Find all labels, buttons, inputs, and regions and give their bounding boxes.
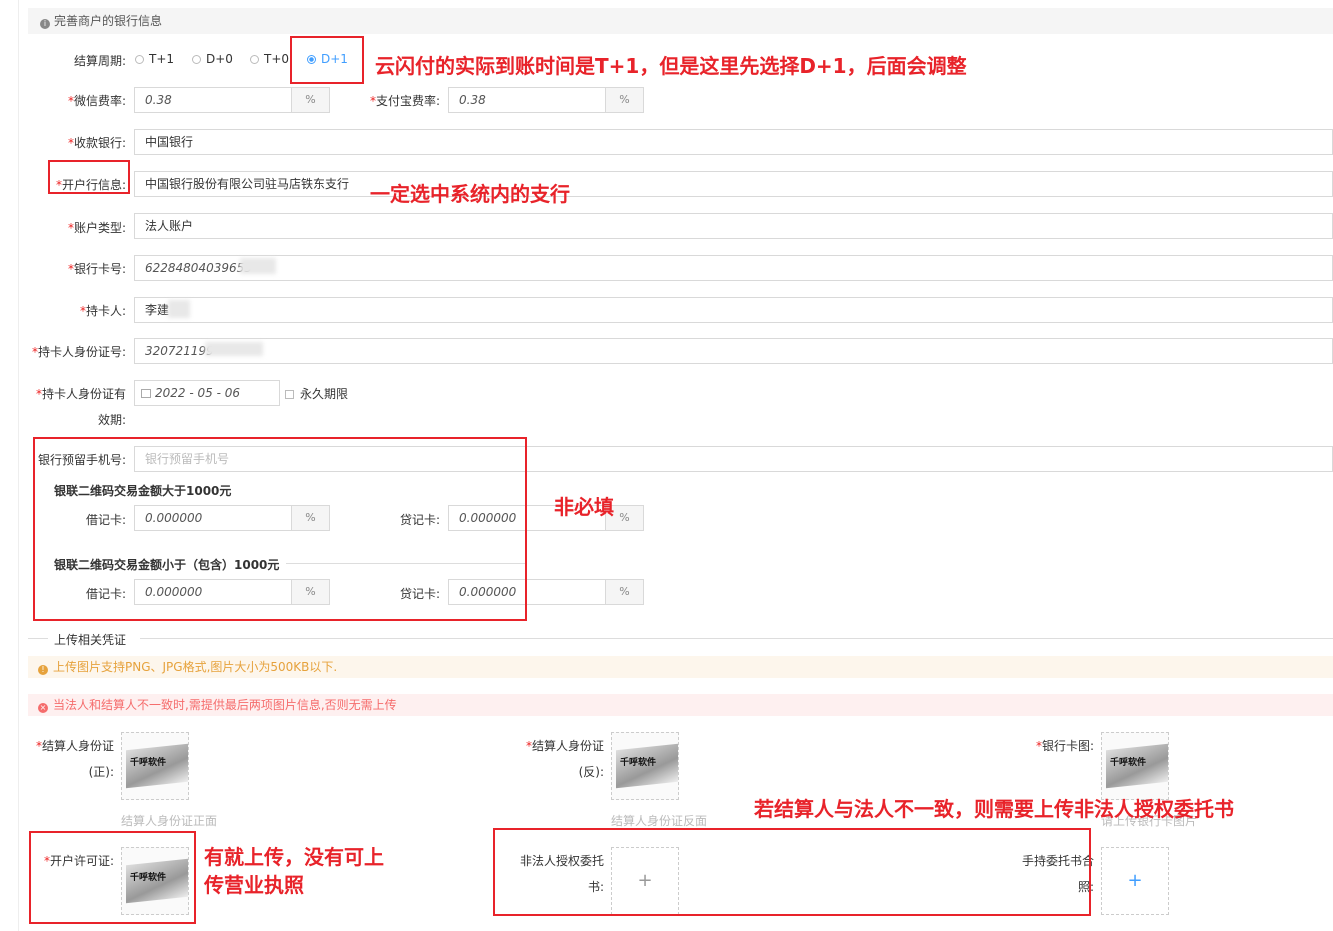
upload-divider-left xyxy=(28,638,48,639)
bank-card-thumbnail[interactable]: 千呼软件 xyxy=(1101,732,1169,800)
id-back-thumbnail[interactable]: 千呼软件 xyxy=(611,732,679,800)
info-icon: i xyxy=(40,19,50,29)
annotation-auth: 若结算人与法人不一致，则需要上传非法人授权委托书 xyxy=(754,797,1234,821)
radio-t1[interactable]: T+1 xyxy=(135,52,174,66)
id-expiry-label: *持卡人身份证有 xyxy=(35,387,126,401)
settlement-label: 结算周期: xyxy=(73,54,126,68)
bank-card-label: *银行卡图: xyxy=(1035,739,1094,753)
annotation-license-1: 有就上传，没有可上 xyxy=(204,845,384,869)
upload-error-notice: × 当法人和结算人不一致时,需提供最后两项图片信息,否则无需上传 xyxy=(28,694,1333,716)
wechat-fee-label: *微信费率: xyxy=(67,94,126,108)
highlight-box-optional xyxy=(33,437,527,621)
holder-label: *持卡人: xyxy=(79,304,126,318)
redacted-card xyxy=(240,258,276,274)
annotation-settlement: 云闪付的实际到账时间是T+1，但是这里先选择D+1，后面会调整 xyxy=(375,54,967,78)
radio-t0[interactable]: T+0 xyxy=(250,52,289,66)
account-type-select[interactable]: 法人账户 xyxy=(134,213,1333,239)
hand-photo-upload[interactable]: + xyxy=(1101,847,1169,915)
id-front-label: *结算人身份证 xyxy=(35,739,114,753)
receive-bank-select[interactable]: 中国银行 xyxy=(134,129,1333,155)
alipay-fee-input[interactable]: 0.38 xyxy=(448,87,606,113)
id-expiry-datepicker[interactable]: 2022 - 05 - 06 xyxy=(134,380,280,406)
upload-divider-right xyxy=(140,638,1333,639)
left-border xyxy=(18,0,19,931)
card-number-input[interactable]: 62284804039655 xyxy=(134,255,1333,281)
section-header: i 完善商户的银行信息 xyxy=(28,8,1333,34)
highlight-box-auth xyxy=(493,828,1091,916)
card-number-label: *银行卡号: xyxy=(67,262,126,276)
highlight-box-branch xyxy=(48,160,130,194)
redacted-id xyxy=(205,342,263,356)
annotation-license-2: 传营业执照 xyxy=(204,873,304,897)
highlight-box-license xyxy=(29,831,196,924)
branch-select[interactable]: 中国银行股份有限公司驻马店铁东支行 xyxy=(134,171,1333,197)
id-front-label-2: (正): xyxy=(88,765,114,779)
id-back-label-2: (反): xyxy=(578,765,604,779)
section-title: 完善商户的银行信息 xyxy=(54,14,163,28)
id-front-thumbnail[interactable]: 千呼软件 xyxy=(121,732,189,800)
account-type-label: *账户类型: xyxy=(67,221,126,235)
permanent-checkbox[interactable]: 永久期限 xyxy=(285,385,348,402)
alipay-fee-label: *支付宝费率: xyxy=(369,94,440,108)
annotation-branch: 一定选中系统内的支行 xyxy=(370,182,570,206)
under-credit-unit: % xyxy=(606,579,644,605)
wechat-fee-unit: % xyxy=(292,87,330,113)
alipay-fee-unit: % xyxy=(606,87,644,113)
calendar-icon xyxy=(141,389,151,398)
radio-d0[interactable]: D+0 xyxy=(192,52,233,66)
id-back-caption: 结算人身份证反面 xyxy=(611,814,708,828)
receive-bank-label: *收款银行: xyxy=(67,136,126,150)
warning-icon: ! xyxy=(38,665,48,675)
upload-section-title: 上传相关凭证 xyxy=(54,633,127,647)
id-number-label: *持卡人身份证号: xyxy=(31,345,126,359)
highlight-box-settlement xyxy=(290,36,364,84)
id-back-label: *结算人身份证 xyxy=(525,739,604,753)
holder-input[interactable]: 李建 xyxy=(134,297,1333,323)
upload-warning: ! 上传图片支持PNG、JPG格式,图片大小为500KB以下. xyxy=(28,656,1333,678)
plus-icon: + xyxy=(1127,870,1143,891)
redacted-holder xyxy=(168,300,190,318)
annotation-optional: 非必填 xyxy=(554,495,614,519)
id-number-input[interactable]: 320721199 xyxy=(134,338,1333,364)
error-icon: × xyxy=(38,703,48,713)
id-front-caption: 结算人身份证正面 xyxy=(121,814,218,828)
wechat-fee-input[interactable]: 0.38 xyxy=(134,87,292,113)
id-expiry-label-2: 效期: xyxy=(97,413,126,427)
